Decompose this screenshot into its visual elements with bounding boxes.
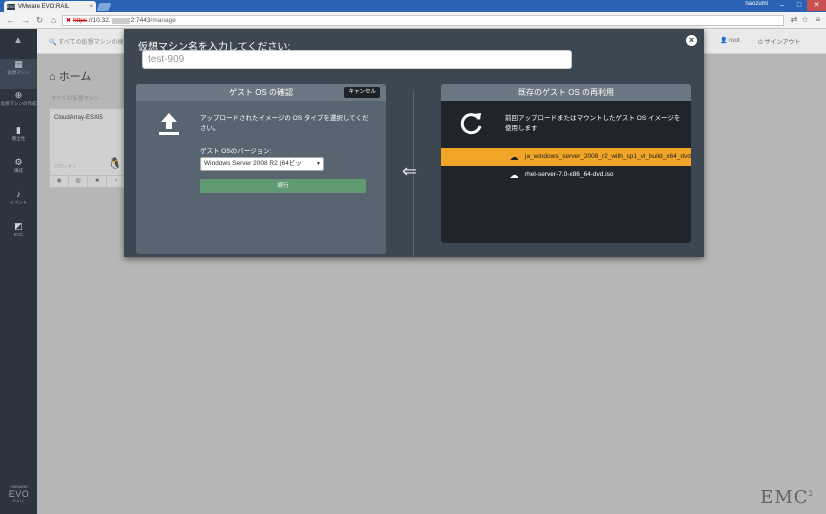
brand-bottom: RAIL xyxy=(13,499,25,503)
reuse-description: 前回アップロードまたはマウントしたゲスト OS イメージを使用します xyxy=(505,115,681,132)
vm-search-input[interactable]: 🔍 すべての仮想マシンの検索 xyxy=(49,37,129,46)
sidebar-item-health[interactable]: ▮ 健全性 xyxy=(0,125,37,155)
panel-header: ゲスト OS の確認 キャンセル xyxy=(136,84,386,101)
back-icon[interactable]: ← xyxy=(5,15,16,26)
sidebar-item-vms[interactable]: ▦ 仮想マシン xyxy=(0,59,37,89)
browser-tab[interactable]: EVO VMware EVO:RAIL × xyxy=(4,1,96,12)
bell-icon: ♪ xyxy=(16,189,21,199)
translate-icon[interactable]: ⇄ xyxy=(789,15,799,25)
signout-link[interactable]: ⏻ サインアウト xyxy=(758,37,800,47)
url-path: /manage xyxy=(150,16,176,24)
iso-item[interactable]: ☁ ja_windows_server_2008_r2_with_sp1_vl_… xyxy=(441,148,691,166)
url-field[interactable]: ✖ https ://10.32. 2:7443 /manage xyxy=(62,15,784,26)
browser-titlebar: EVO VMware EVO:RAIL × naozumi – □ ✕ xyxy=(0,0,826,12)
insecure-lock-icon: ✖ xyxy=(66,17,72,24)
forward-icon[interactable]: → xyxy=(20,15,31,26)
new-tab-button[interactable] xyxy=(96,3,112,11)
os-version-select[interactable]: Windows Server 2008 R2 (64ビッ ▼ xyxy=(200,157,324,171)
iso-name: ja_windows_server_2008_r2_with_sp1_vl_bu… xyxy=(525,153,691,160)
maximize-icon[interactable]: □ xyxy=(791,0,807,11)
arrow-left-icon: ⇐ xyxy=(402,161,418,181)
app-sidebar: ▲ ▦ 仮想マシン ⊕ 仮想マシンの作成 ▮ 健全性 ⚙ 構成 ♪ イベント ◩… xyxy=(0,29,37,514)
cloud-upload-icon: ☁ xyxy=(509,152,519,162)
url-host: ://10.32. xyxy=(87,16,111,24)
bar-chart-icon: ▮ xyxy=(16,125,21,135)
star-icon[interactable]: ☆ xyxy=(800,15,810,25)
panel-header-text: ゲスト OS の確認 xyxy=(228,88,293,97)
modal-close-icon[interactable]: × xyxy=(686,35,697,46)
sidebar-item-label: 構成 xyxy=(14,168,23,173)
url-redacted xyxy=(111,17,130,24)
tab-title: VMware EVO:RAIL xyxy=(18,3,70,10)
sidebar-item-create-vm[interactable]: ⊕ 仮想マシンの作成 xyxy=(0,90,37,120)
reuse-guest-os-panel: 既存のゲスト OS の再利用 前回アップロードまたはマウントしたゲスト OS イ… xyxy=(441,84,691,243)
minimize-icon[interactable]: – xyxy=(774,0,790,11)
url-scheme: https xyxy=(73,16,88,24)
chart-icon: ◩ xyxy=(14,221,23,231)
os-version-value: Windows Server 2008 R2 (64ビッ xyxy=(204,160,302,167)
upload-description: アップロードされたイメージの OS タイプを選択してください。 xyxy=(200,115,369,132)
evo-logo-icon: ▲ xyxy=(13,35,23,46)
window-user: naozumi xyxy=(745,1,768,7)
url-port: 2:7443 xyxy=(130,16,151,24)
menu-icon[interactable]: ≡ xyxy=(813,15,823,25)
user-name: root xyxy=(729,38,740,44)
brand-main: EVO xyxy=(8,489,30,499)
home-icon[interactable]: ⌂ xyxy=(48,15,59,26)
gear-icon: ⚙ xyxy=(14,157,23,167)
sidebar-item-config[interactable]: ⚙ 構成 xyxy=(0,157,37,187)
cloud-upload-icon: ☁ xyxy=(509,170,519,180)
cancel-button[interactable]: キャンセル xyxy=(344,87,380,98)
sidebar-item-label: イベント xyxy=(9,200,28,205)
dropdown-arrow-icon: ▼ xyxy=(316,161,321,167)
vm-name-input[interactable] xyxy=(142,50,572,69)
reload-icon[interactable]: ↻ xyxy=(34,15,45,26)
user-menu[interactable]: 👤 root xyxy=(720,37,739,44)
signout-label: サインアウト xyxy=(764,40,801,46)
sidebar-item-events[interactable]: ♪ イベント xyxy=(0,189,37,219)
panel-header: 既存のゲスト OS の再利用 xyxy=(441,84,691,101)
grid-icon: ▦ xyxy=(14,59,23,69)
address-bar: ← → ↻ ⌂ ✖ https ://10.32. 2:7443 /manage… xyxy=(0,12,826,29)
continue-button[interactable]: 続行 xyxy=(200,179,366,193)
search-placeholder: すべての仮想マシンの検索 xyxy=(58,40,130,46)
window-close-icon[interactable]: ✕ xyxy=(807,0,826,11)
create-vm-modal: 仮想マシン名を入力してください: × ゲスト OS の確認 キャンセル アップロ… xyxy=(124,29,704,257)
evo-rail-brand: VMWARE EVO RAIL xyxy=(6,484,32,503)
sidebar-item-label: 仮想マシンの作成 xyxy=(0,101,37,106)
iso-item[interactable]: ☁ rhel-server-7.0-x86_64-dvd.iso xyxy=(441,166,691,184)
sidebar-item-label: 仮想マシン xyxy=(7,70,30,75)
version-label: ゲスト OSのバージョン: xyxy=(200,148,272,155)
sidebar-item-evc[interactable]: ◩ EVC xyxy=(0,221,37,251)
refresh-icon xyxy=(460,113,482,135)
evo-favicon-icon: EVO xyxy=(7,3,16,10)
upload-icon xyxy=(159,113,179,135)
confirm-guest-os-panel: ゲスト OS の確認 キャンセル アップロードされたイメージの OS タイプを選… xyxy=(136,84,386,254)
sidebar-item-label: 健全性 xyxy=(11,136,26,141)
iso-name: rhel-server-7.0-x86_64-dvd.iso xyxy=(525,171,614,178)
sidebar-item-label: EVC xyxy=(13,232,24,237)
tab-close-icon[interactable]: × xyxy=(89,4,93,10)
plus-circle-icon: ⊕ xyxy=(14,90,23,100)
